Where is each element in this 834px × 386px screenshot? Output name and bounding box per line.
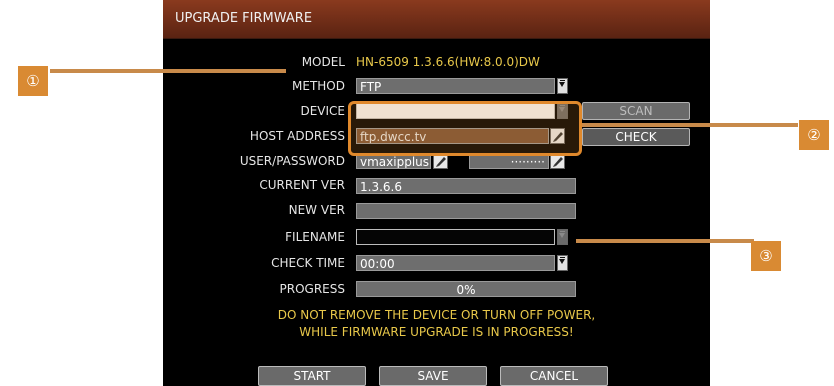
method-dropdown-arrow-icon[interactable] [557,78,568,94]
callout-3-leader-line [576,239,754,243]
model-label: MODEL [301,55,345,69]
new-ver-label: NEW VER [288,203,345,217]
callout-2-leader-line [582,123,798,127]
device-label: DEVICE [300,104,345,118]
progress-label: PROGRESS [279,282,345,296]
filename-label: FILENAME [285,230,345,244]
callout-2-badge: ② [799,120,829,150]
host-address-label: HOST ADDRESS [249,129,345,143]
save-button[interactable]: SAVE [379,366,487,386]
filename-dropdown-arrow-icon[interactable] [557,229,568,245]
callout-3-badge: ③ [751,241,781,271]
dialog-title: UPGRADE FIRMWARE [175,11,313,26]
upgrade-firmware-dialog: UPGRADE FIRMWARE MODEL HN-6509 1.3.6.6(H… [163,0,710,386]
user-password-label: USER/PASSWORD [239,154,345,168]
check-time-label: CHECK TIME [271,256,345,270]
scan-button[interactable]: SCAN [582,102,690,120]
check-button[interactable]: CHECK [582,128,690,146]
check-time-select[interactable]: 00:00 [356,255,555,271]
method-label: METHOD [292,79,345,93]
warning-line-1: DO NOT REMOVE THE DEVICE OR TURN OFF POW… [277,308,596,322]
dialog-title-bar: UPGRADE FIRMWARE [163,0,710,39]
warning-line-2: WHILE FIRMWARE UPGRADE IS IN PROGRESS! [299,325,574,339]
current-ver-value: 1.3.6.6 [356,178,576,194]
host-address-highlight-box [348,101,582,156]
callout-1-badge: ① [18,66,48,96]
progress-bar: 0% [356,281,576,297]
callout-1-leader-line [50,69,286,73]
new-ver-value [356,203,576,219]
start-button[interactable]: START [258,366,366,386]
cancel-button[interactable]: CANCEL [500,366,608,386]
filename-select[interactable] [356,229,555,245]
model-value: HN-6509 1.3.6.6(HW:8.0.0)DW [356,55,540,69]
method-select[interactable]: FTP [356,78,555,94]
check-time-dropdown-arrow-icon[interactable] [557,255,568,271]
current-ver-label: CURRENT VER [259,178,345,192]
